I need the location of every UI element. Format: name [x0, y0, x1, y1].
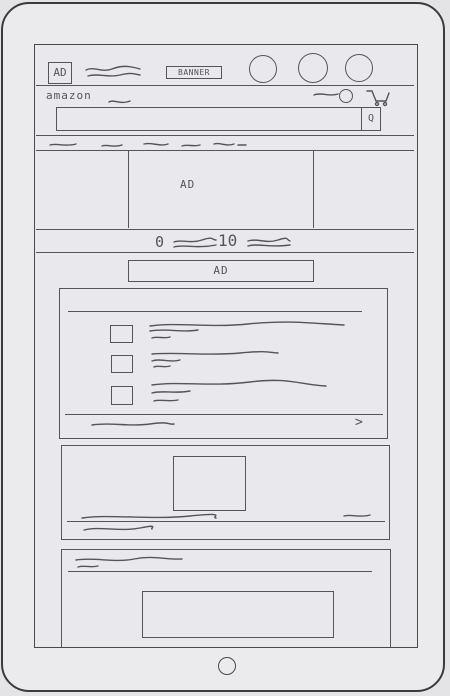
header-icon-2[interactable]	[298, 53, 328, 83]
header-scribble-text	[85, 65, 141, 77]
card-title-line	[68, 311, 362, 312]
nav-divider	[36, 150, 414, 151]
user-icon[interactable]	[339, 89, 353, 103]
pager-current: 0	[155, 233, 165, 251]
search-button[interactable]: Q	[361, 107, 381, 131]
pager-scribble-right	[247, 237, 291, 247]
pager-divider	[36, 252, 414, 253]
hero-bottom-divider	[36, 229, 414, 230]
bottom-card-divider	[68, 571, 372, 572]
product-image[interactable]	[173, 456, 246, 511]
brand-logo[interactable]: amazon	[46, 89, 92, 103]
card-footer-line	[65, 414, 383, 415]
bottom-card-banner[interactable]	[142, 591, 334, 638]
image-card-meta	[343, 514, 371, 517]
checkbox-3[interactable]	[111, 386, 133, 405]
checkbox-1[interactable]	[110, 325, 133, 343]
more-arrow[interactable]: >	[355, 416, 364, 430]
image-card-caption	[81, 513, 217, 531]
brand-underline-scribble	[108, 100, 131, 104]
image-card-divider	[67, 521, 385, 522]
carousel-right-edge	[313, 150, 314, 228]
search-divider	[36, 135, 414, 136]
top-divider	[36, 85, 414, 86]
search-input[interactable]	[56, 107, 362, 131]
mid-ad-banner[interactable]: AD	[128, 260, 314, 282]
card-footer-link[interactable]	[90, 420, 176, 430]
ad-badge[interactable]: AD	[48, 62, 72, 84]
list-item-text-3	[151, 379, 327, 402]
bottom-card-title	[75, 556, 183, 568]
account-scribble	[313, 93, 339, 96]
header-icon-3[interactable]	[345, 54, 373, 82]
header-icon-1[interactable]	[249, 55, 277, 83]
home-button[interactable]	[218, 657, 236, 675]
checkbox-2[interactable]	[111, 355, 133, 373]
list-item-text-2	[151, 350, 279, 368]
pager-scribble-left	[173, 237, 217, 248]
cart-icon[interactable]	[365, 88, 391, 107]
list-item-text-1	[149, 321, 345, 339]
carousel-left-edge	[128, 150, 129, 228]
pager-total: 10	[218, 231, 238, 250]
hero-ad-label[interactable]: AD	[180, 178, 195, 192]
banner-label[interactable]: BANNER	[166, 66, 222, 79]
